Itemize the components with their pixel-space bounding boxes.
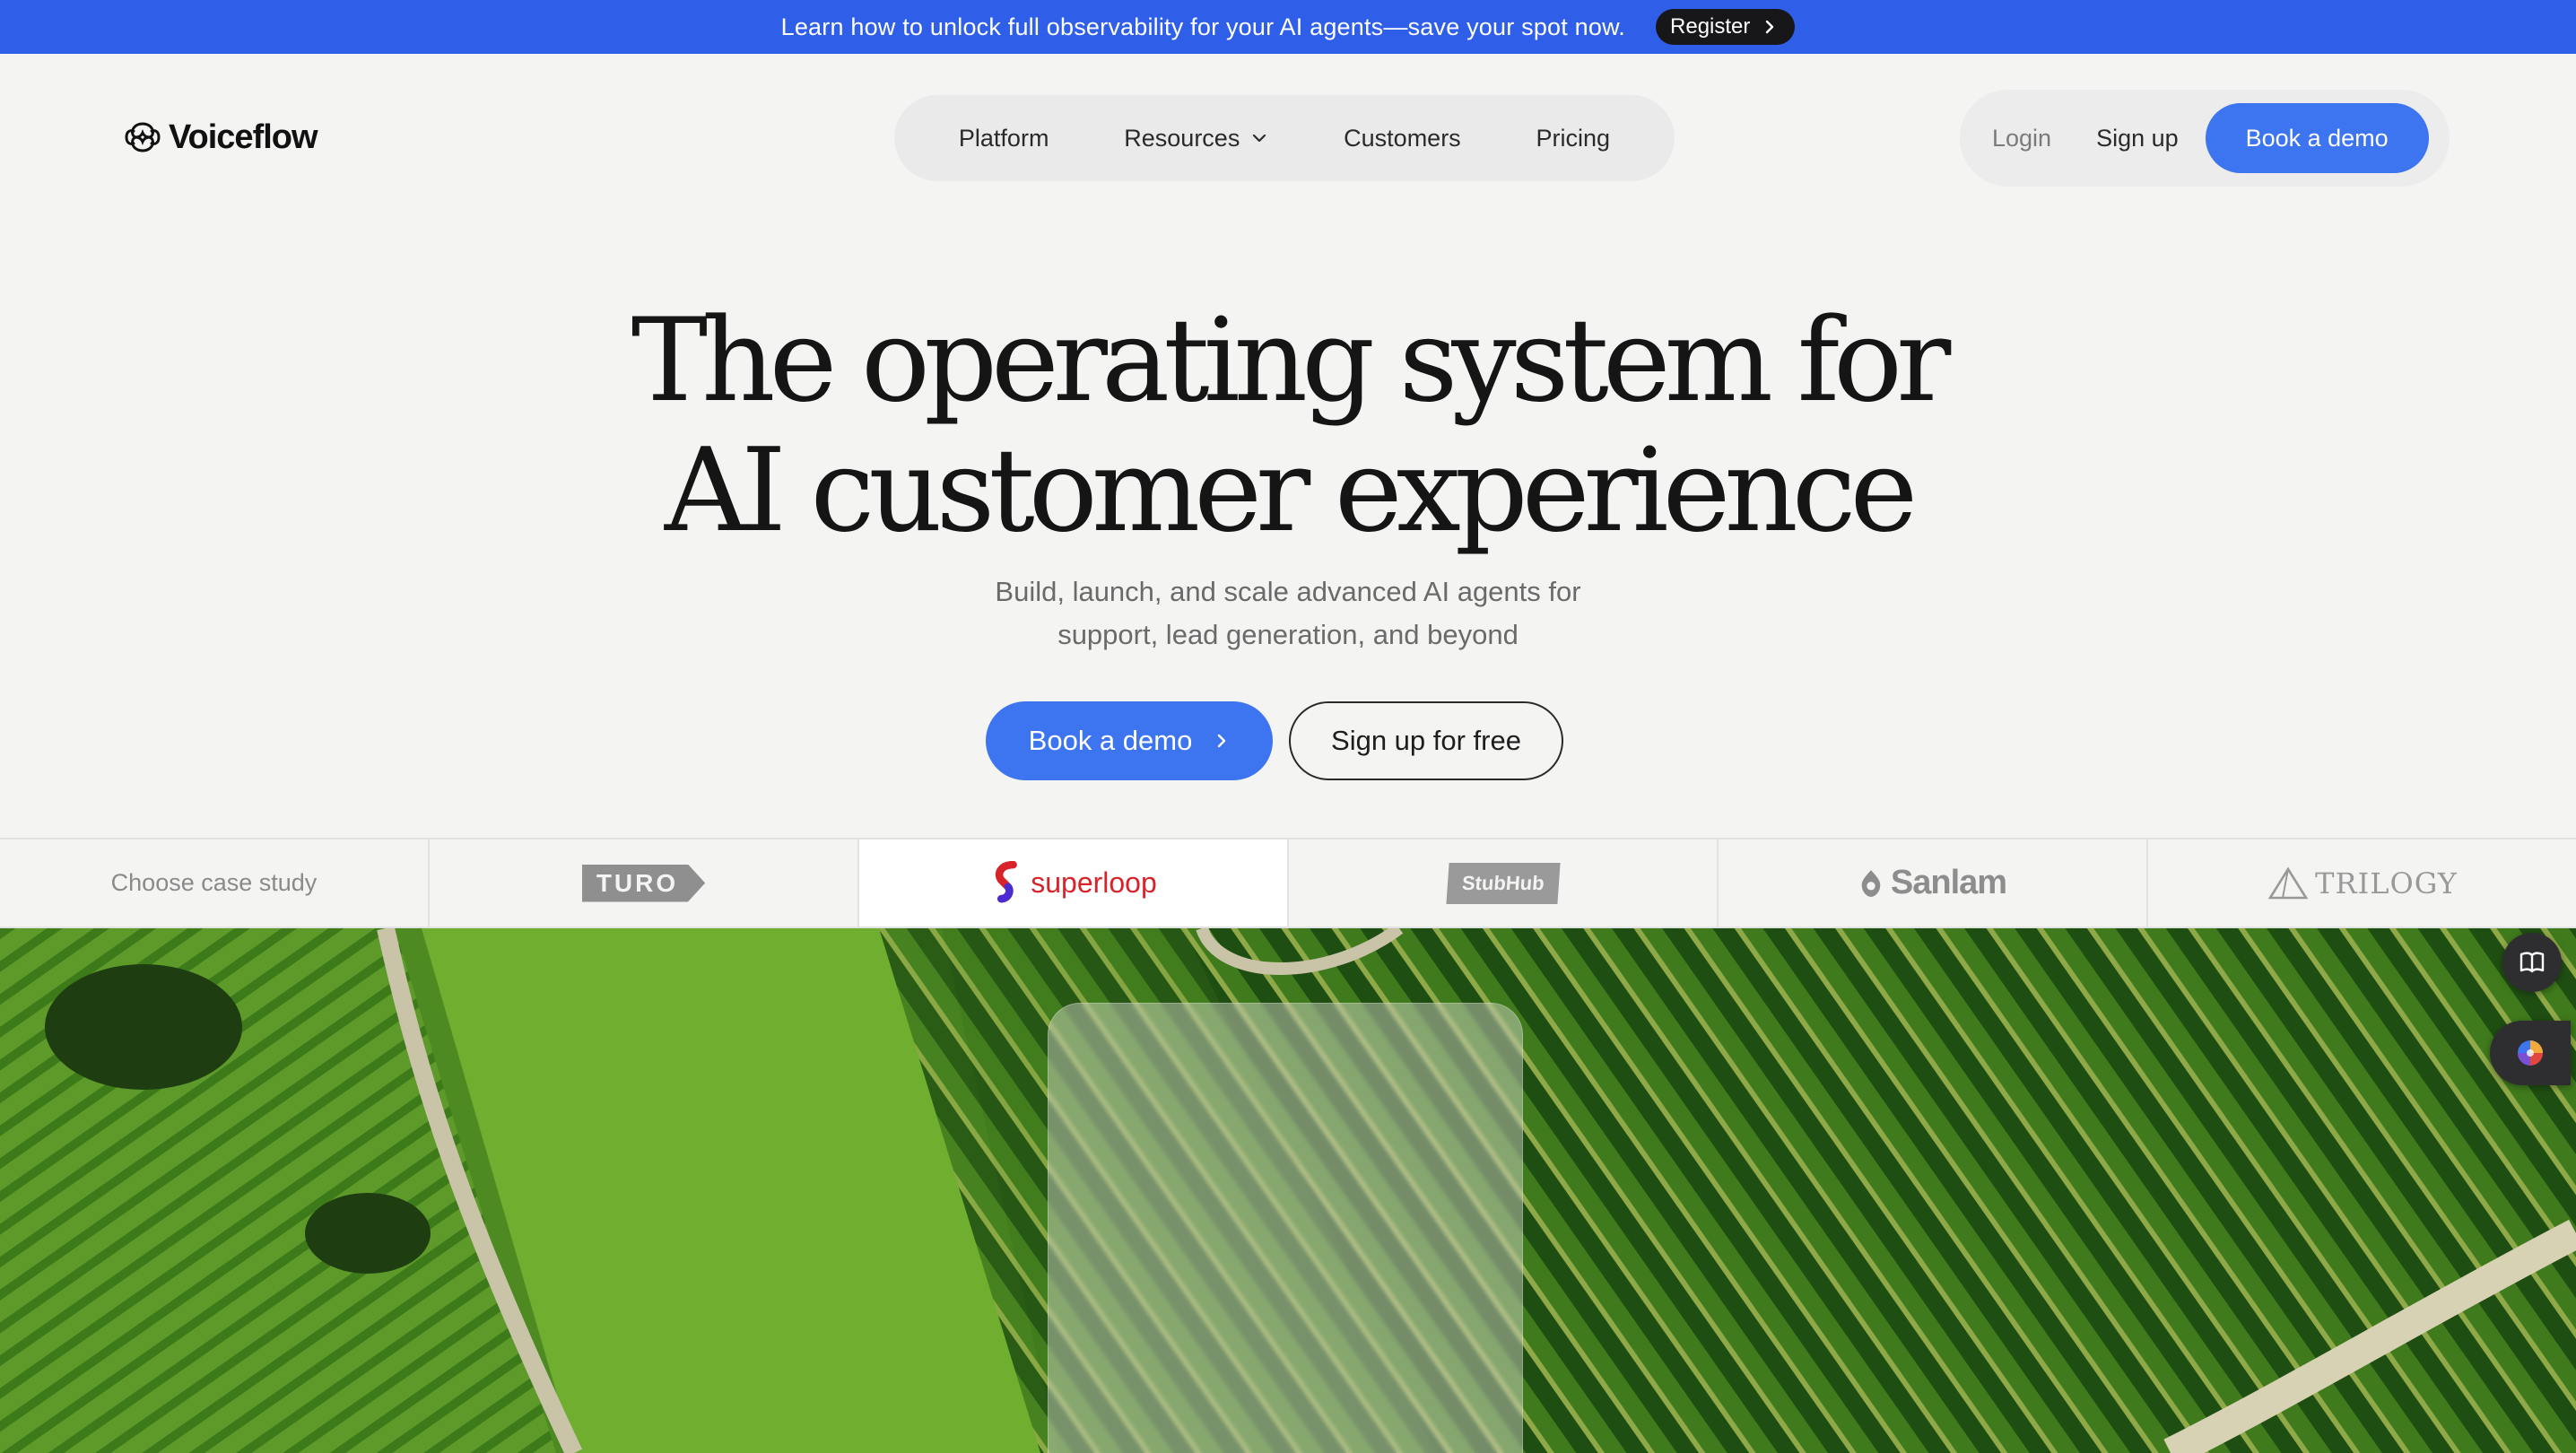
glass-overlay-card [1048, 1003, 1523, 1453]
sanlam-logo: Sanlam [1858, 864, 2007, 902]
superloop-logo: superloop [989, 860, 1157, 906]
assistant-orb-icon [2518, 1040, 2543, 1066]
voiceflow-logo[interactable]: Voiceflow [122, 117, 318, 158]
nav-platform-label: Platform [958, 124, 1049, 152]
book-icon [2519, 952, 2545, 973]
chevron-right-icon [1766, 20, 1774, 34]
hero-title-line2: AI customer experience [664, 424, 1918, 558]
header-book-demo-button[interactable]: Book a demo [2205, 103, 2429, 173]
nav-resources[interactable]: Resources [1124, 125, 1268, 152]
trilogy-logo: TRILOGY [2267, 866, 2458, 901]
nav-resources-label: Resources [1124, 124, 1240, 152]
voiceflow-mark-icon [125, 122, 161, 152]
main-nav: Platform Resources Customers Pricing [894, 95, 1675, 181]
nav-platform[interactable]: Platform [959, 125, 1049, 152]
hero-subtitle: Build, launch, and scale advanced AI age… [0, 570, 2576, 657]
hero-signup-free-button[interactable]: Sign up for free [1289, 701, 1563, 780]
hero-title: The operating system for AI customer exp… [0, 296, 2576, 556]
case-study-superloop[interactable]: superloop [859, 840, 1289, 927]
trilogy-text: TRILOGY [2315, 866, 2458, 901]
register-button[interactable]: Register [1656, 9, 1796, 45]
trilogy-triangle-icon [2267, 866, 2309, 899]
hero-signup-free-label: Sign up for free [1331, 725, 1521, 756]
case-study-label: Choose case study [110, 869, 318, 896]
nav-pricing[interactable]: Pricing [1536, 125, 1611, 152]
nav-customers-label: Customers [1344, 124, 1461, 152]
hero-book-demo-label: Book a demo [1028, 725, 1193, 756]
docs-side-button[interactable] [2502, 933, 2562, 992]
sanlam-mark-icon [1861, 869, 1881, 897]
sanlam-text: Sanlam [1890, 864, 2007, 901]
hero-field-image [0, 928, 2576, 1453]
hero-subtitle-line1: Build, launch, and scale advanced AI age… [995, 576, 1581, 607]
logo-text: Voiceflow [169, 117, 318, 156]
auth-actions: Login Sign up Book a demo [1960, 90, 2450, 187]
hero-subtitle-line2: support, lead generation, and beyond [1057, 619, 1519, 650]
case-study-label-cell: Choose case study [0, 840, 430, 927]
assistant-side-button[interactable] [2490, 1021, 2571, 1085]
case-study-turo[interactable]: TURO [430, 840, 859, 927]
superloop-text: superloop [1031, 866, 1157, 899]
case-study-trilogy[interactable]: TRILOGY [2148, 840, 2576, 927]
case-study-sanlam[interactable]: Sanlam [1719, 840, 2148, 927]
register-label: Register [1670, 14, 1751, 39]
case-study-stubhub[interactable]: StubHub [1289, 840, 1719, 927]
chevron-down-icon [1253, 134, 1266, 143]
login-link[interactable]: Login [1992, 125, 2051, 152]
superloop-mark-icon [996, 860, 1018, 902]
stubhub-logo: StubHub [1446, 862, 1560, 904]
announcement-text: Learn how to unlock full observability f… [780, 13, 1626, 40]
chevron-right-icon [1218, 734, 1226, 748]
hero-cta-row: Book a demo Sign up for free [0, 701, 2576, 780]
announcement-bar: Learn how to unlock full observability f… [0, 0, 2576, 54]
hero-title-line1: The operating system for [631, 294, 1951, 428]
case-study-strip: Choose case study TURO superloop StubHub… [0, 838, 2576, 928]
nav-pricing-label: Pricing [1536, 124, 1611, 152]
signup-link[interactable]: Sign up [2096, 125, 2179, 152]
turo-logo: TURO [581, 864, 706, 902]
hero-book-demo-button[interactable]: Book a demo [986, 701, 1273, 780]
nav-customers[interactable]: Customers [1344, 125, 1461, 152]
